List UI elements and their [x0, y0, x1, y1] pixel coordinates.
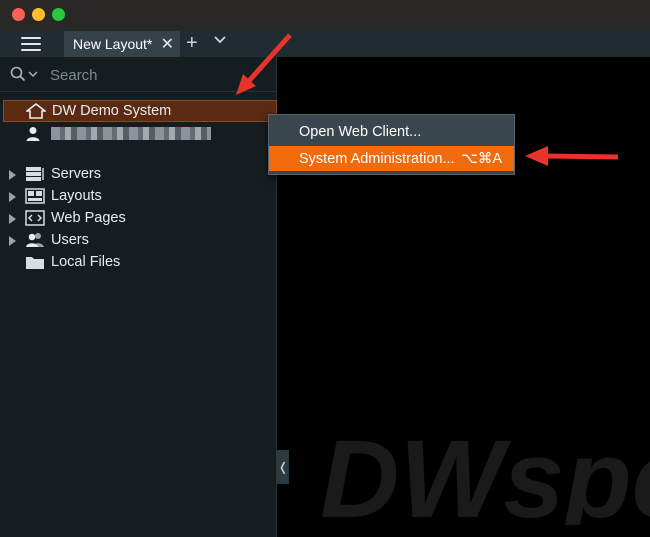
- web-page-icon: [25, 210, 45, 226]
- tree-item-label: Layouts: [51, 188, 102, 204]
- expand-arrow-icon[interactable]: [9, 214, 16, 224]
- tree-item-label: Servers: [51, 166, 101, 182]
- search-options-chevron-icon[interactable]: [28, 71, 38, 79]
- search-icon[interactable]: [10, 66, 26, 82]
- resource-tree-panel: DW Demo System Servers Layouts: [0, 57, 277, 537]
- tree-item-web-pages[interactable]: Web Pages: [0, 207, 276, 229]
- close-tab-icon[interactable]: ✕: [161, 34, 174, 54]
- arrow-to-sysadmin: [544, 153, 619, 160]
- collapse-panel-handle[interactable]: ❬: [277, 450, 289, 484]
- close-window-button[interactable]: [12, 8, 25, 21]
- home-icon: [26, 103, 46, 119]
- chevron-down-icon[interactable]: [213, 35, 227, 45]
- expand-arrow-icon[interactable]: [9, 236, 16, 246]
- tree-item-label: Local Files: [51, 254, 121, 270]
- tree-item-system[interactable]: DW Demo System: [3, 100, 277, 122]
- tab-label: New Layout*: [73, 36, 153, 52]
- tree-item-label: Web Pages: [51, 210, 126, 226]
- minimize-window-button[interactable]: [32, 8, 45, 21]
- tree-item-servers[interactable]: Servers: [0, 163, 276, 185]
- user-icon: [26, 127, 40, 141]
- search-input[interactable]: [48, 63, 262, 87]
- arrowhead-sysadmin: [525, 146, 548, 166]
- window-titlebar: [0, 0, 650, 30]
- menu-item-label: Open Web Client...: [299, 124, 422, 140]
- dw-spectrum-logo: DWspec: [320, 425, 650, 525]
- servers-icon: [26, 167, 44, 181]
- tree-item-label: Users: [51, 232, 89, 248]
- folder-icon: [26, 257, 44, 269]
- layouts-icon: [25, 188, 45, 204]
- tree-item-local-files[interactable]: Local Files: [0, 251, 276, 273]
- menu-item-shortcut: ⌥⌘A: [461, 151, 502, 167]
- redacted-username: [51, 127, 211, 140]
- search-bar: [0, 57, 276, 92]
- users-icon: [26, 233, 44, 247]
- menu-item-system-administration[interactable]: System Administration... ⌥⌘A: [269, 146, 514, 171]
- tree-item-users[interactable]: Users: [0, 229, 276, 251]
- menu-item-open-web-client[interactable]: Open Web Client...: [269, 119, 514, 144]
- add-tab-icon[interactable]: +: [186, 31, 198, 55]
- tab-new-layout[interactable]: New Layout* ✕: [64, 31, 180, 57]
- tree-item-layouts[interactable]: Layouts: [0, 185, 276, 207]
- logo-text: DWspec: [320, 425, 650, 525]
- context-menu: Open Web Client... System Administration…: [268, 114, 515, 175]
- zoom-window-button[interactable]: [52, 8, 65, 21]
- tree-item-current-user[interactable]: [0, 123, 276, 145]
- expand-arrow-icon[interactable]: [9, 170, 16, 180]
- expand-arrow-icon[interactable]: [9, 192, 16, 202]
- system-label: DW Demo System: [52, 103, 172, 119]
- main-menu-button[interactable]: [21, 37, 41, 51]
- menu-item-label: System Administration...: [299, 151, 455, 167]
